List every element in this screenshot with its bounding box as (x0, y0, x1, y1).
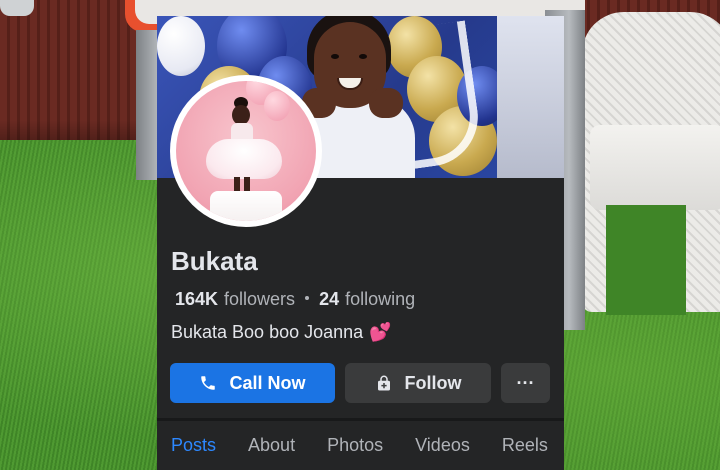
avatar-cake (210, 191, 282, 221)
following-label[interactable]: following (345, 289, 415, 310)
follow-button[interactable]: Follow (345, 363, 491, 403)
profile-tabs: Posts About Photos Videos Reels (157, 421, 564, 470)
bio-text: Bukata Boo boo Joanna (171, 322, 364, 342)
tab-photos[interactable]: Photos (327, 435, 383, 456)
follow-lock-icon (377, 375, 390, 391)
tab-about[interactable]: About (248, 435, 295, 456)
phone-icon (201, 376, 216, 390)
avatar-child-head (232, 105, 250, 125)
avatar-photo (176, 81, 316, 221)
tab-posts[interactable]: Posts (171, 435, 216, 456)
stats-separator (305, 296, 310, 300)
profile-stats: 164K followers 24 following (175, 289, 415, 310)
tab-videos[interactable]: Videos (415, 435, 470, 456)
background-chair-gap (606, 205, 686, 315)
cover-child-hand (369, 88, 403, 118)
tab-reels[interactable]: Reels (502, 435, 548, 456)
profile-bio: Bukata Boo boo Joanna 💕 (171, 322, 392, 343)
avatar-balloon (264, 91, 290, 121)
avatar[interactable] (170, 75, 322, 227)
followers-label[interactable]: followers (224, 289, 295, 310)
background-object (0, 0, 34, 16)
followers-count[interactable]: 164K (175, 289, 218, 310)
bio-hearts-emoji: 💕 (369, 322, 392, 342)
follow-label: Follow (404, 372, 462, 393)
cover-balloon (157, 16, 205, 76)
call-now-button[interactable]: Call Now (170, 363, 335, 403)
cover-frame (497, 16, 564, 178)
profile-name: Bukata (171, 246, 258, 276)
avatar-child-dress (206, 139, 282, 179)
profile-screen: Bukata 164K followers 24 following Bukat… (157, 16, 564, 470)
more-options-button[interactable]: ··· (501, 363, 550, 403)
background-white-chair-seat (590, 125, 720, 210)
more-dots-icon: ··· (516, 372, 535, 393)
cover-child-eye (359, 54, 367, 59)
call-now-label: Call Now (229, 372, 306, 393)
cover-child-eye (331, 54, 339, 59)
following-count[interactable]: 24 (319, 289, 339, 310)
